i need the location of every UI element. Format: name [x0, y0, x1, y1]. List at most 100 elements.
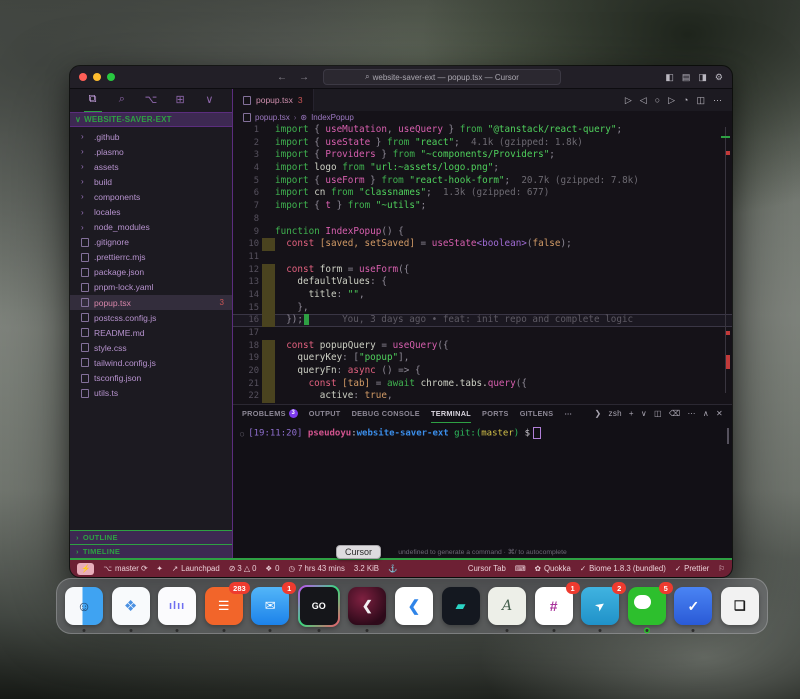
code-line[interactable]: 19 queryKey: ["popup"], [233, 352, 732, 365]
code-line[interactable]: 6import cn from "classnames"; 1.3k (gzip… [233, 187, 732, 200]
titlebar-search[interactable]: ⌕ website-saver-ext — popup.tsx — Cursor [323, 69, 561, 85]
timeline-icon[interactable]: ◔ [683, 95, 688, 105]
new-terminal-icon[interactable]: + [629, 409, 634, 418]
code-line[interactable]: 5import { useForm } from "react-hook-for… [233, 175, 732, 188]
tree-item-style.css[interactable]: style.css [70, 340, 232, 355]
kill-terminal-icon[interactable]: ⌫ [669, 409, 681, 418]
layout-sidebar-icon[interactable]: ◧ [665, 72, 674, 83]
dock-app-arc-browser[interactable] [488, 587, 526, 625]
statusbar-problems-summary[interactable]: ⊘ 3 △ 0 [229, 564, 257, 573]
code-line[interactable]: 10 const [saved, setSaved] = useState<bo… [233, 238, 732, 251]
statusbar-time-tracked[interactable]: ◷7 hrs 43 mins [289, 564, 345, 573]
back-arrow-icon[interactable]: ← [277, 72, 287, 83]
settings-gear-icon[interactable]: ⚙ [715, 72, 723, 83]
statusbar-prettier[interactable]: ✓Prettier [675, 564, 709, 573]
explorer-icon[interactable]: ⧉ [84, 88, 102, 113]
statusbar-cursor-tab[interactable]: Cursor Tab [468, 564, 506, 573]
panel-tab-ports[interactable]: PORTS [482, 405, 509, 423]
shell-icon[interactable]: ❯ [595, 409, 602, 418]
split-editor-icon[interactable]: ◫ [696, 95, 705, 106]
terminal[interactable]: ○[19:11:20] pseudoyu:website-saver-ext g… [233, 422, 732, 548]
dock-app-mail[interactable]: 1 [251, 587, 289, 625]
close-panel-icon[interactable]: ✕ [716, 409, 723, 418]
titlebar[interactable]: ← → ⌕ website-saver-ext — popup.tsx — Cu… [70, 66, 732, 89]
code-line[interactable]: 7import { t } from "~utils"; [233, 200, 732, 213]
layout-secondary-icon[interactable]: ◨ [698, 72, 707, 83]
tree-item-popup.tsx[interactable]: popup.tsx3 [70, 295, 232, 310]
tree-item-utils.ts[interactable]: utils.ts [70, 386, 232, 401]
close-window-button[interactable] [79, 73, 87, 81]
code-line[interactable]: 1import { useMutation, useQuery } from "… [233, 124, 732, 137]
extensions-icon[interactable]: ⊞ [171, 88, 189, 113]
code-line[interactable]: 22 active: true, [233, 390, 732, 403]
split-terminal-icon[interactable]: ◫ [654, 409, 662, 418]
outline-section[interactable]: › OUTLINE [70, 530, 232, 544]
breadcrumb-symbol[interactable]: IndexPopup [311, 113, 354, 122]
code-line[interactable]: 12 const form = useForm({ [233, 264, 732, 277]
dock-app-inoreader[interactable]: 283 [205, 587, 243, 625]
run-icon[interactable]: ▷ [625, 95, 632, 106]
tree-item-package.json[interactable]: package.json [70, 265, 232, 280]
code-line[interactable]: 20 queryFn: async () => { [233, 365, 732, 378]
terminal-dropdown-icon[interactable]: ∨ [641, 409, 647, 418]
dock-app-goland[interactable] [298, 585, 340, 627]
breadcrumb[interactable]: popup.tsx › ⊛ IndexPopup [233, 111, 732, 124]
source-control-icon[interactable]: ⌥ [142, 88, 160, 113]
chevron-down-icon[interactable]: ∨ [200, 88, 218, 113]
statusbar-notifications-bell-icon[interactable]: ⚐ [718, 564, 725, 573]
panel-tab-debug-console[interactable]: DEBUG CONSOLE [352, 405, 420, 423]
panel-tab-problems[interactable]: PROBLEMS3 [242, 405, 298, 423]
code-line[interactable]: 3import { Providers } from "~components/… [233, 149, 732, 162]
dock-app-screenshot-tool[interactable] [721, 587, 759, 625]
tree-item-README.md[interactable]: README.md [70, 325, 232, 340]
dock-app-music-bars[interactable] [158, 587, 196, 625]
next-change-icon[interactable]: ▷ [668, 95, 675, 106]
statusbar-cursor-tab-toggle[interactable]: ⌨ [515, 564, 526, 573]
statusbar-counter[interactable]: ❖0 [265, 564, 279, 573]
code-line[interactable]: 11 [233, 251, 732, 264]
code-line[interactable]: 14 title: "", [233, 289, 732, 302]
statusbar-pieces-icon[interactable]: ⚓ [388, 564, 397, 573]
code-line[interactable]: 13 defaultValues: { [233, 276, 732, 289]
code-line[interactable]: 18 const popupQuery = useQuery({ [233, 340, 732, 353]
tree-item-locales[interactable]: ›locales [70, 204, 232, 219]
maximize-window-button[interactable] [107, 73, 115, 81]
panel-tab-⋯[interactable]: ⋯ [564, 405, 572, 423]
panel-tab-gitlens[interactable]: GITLENS [520, 405, 554, 423]
code-line[interactable]: 9function IndexPopup() { [233, 226, 732, 239]
statusbar-quokka[interactable]: ✿Quokka [535, 564, 571, 573]
dock-app-teal-tool[interactable] [442, 587, 480, 625]
code-line[interactable]: 21 const [tab] = await chrome.tabs.query… [233, 378, 732, 391]
prev-change-icon[interactable]: ◁ [640, 95, 647, 106]
tree-item-components[interactable]: ›components [70, 189, 232, 204]
tree-item-build[interactable]: ›build [70, 174, 232, 189]
dock-app-cursor[interactable] [348, 587, 386, 625]
code-line[interactable]: 8 [233, 213, 732, 226]
tree-item-.gitignore[interactable]: .gitignore [70, 235, 232, 250]
statusbar-biome[interactable]: ✓Biome 1.8.3 (bundled) [580, 564, 666, 573]
shell-label[interactable]: zsh [609, 409, 622, 418]
code-line[interactable]: 16 }); You, 3 days ago • feat: init repo… [233, 314, 732, 327]
breadcrumb-file[interactable]: popup.tsx [255, 113, 290, 122]
more-actions-icon[interactable]: ⋯ [713, 95, 722, 106]
code-editor[interactable]: 1import { useMutation, useQuery } from "… [233, 124, 732, 404]
forward-arrow-icon[interactable]: → [299, 72, 309, 83]
dock-app-wechat[interactable]: 5 [628, 587, 666, 625]
tree-item-assets[interactable]: ›assets [70, 159, 232, 174]
maximize-panel-icon[interactable]: ∧ [703, 409, 709, 418]
dock-app-vscode[interactable] [395, 587, 433, 625]
dock-app-finder[interactable] [65, 587, 103, 625]
timeline-section[interactable]: › TIMELINE [70, 544, 232, 558]
code-line[interactable]: 15 }, [233, 302, 732, 315]
terminal-scrollbar[interactable] [727, 428, 729, 444]
code-line[interactable]: 4import logo from "url:~assets/logo.png"… [233, 162, 732, 175]
tree-item-tsconfig.json[interactable]: tsconfig.json [70, 371, 232, 386]
revert-change-icon[interactable]: ○ [655, 95, 660, 105]
search-icon[interactable]: ⌕ [113, 88, 131, 113]
statusbar-launchpad[interactable]: ↗Launchpad [172, 564, 220, 573]
tree-item-.github[interactable]: ›.github [70, 129, 232, 144]
tree-item-postcss.config.js[interactable]: postcss.config.js [70, 310, 232, 325]
layout-panel-icon[interactable]: ▤ [682, 72, 691, 83]
dock-app-fox-reader[interactable] [112, 587, 150, 625]
panel-tab-output[interactable]: OUTPUT [309, 405, 341, 423]
